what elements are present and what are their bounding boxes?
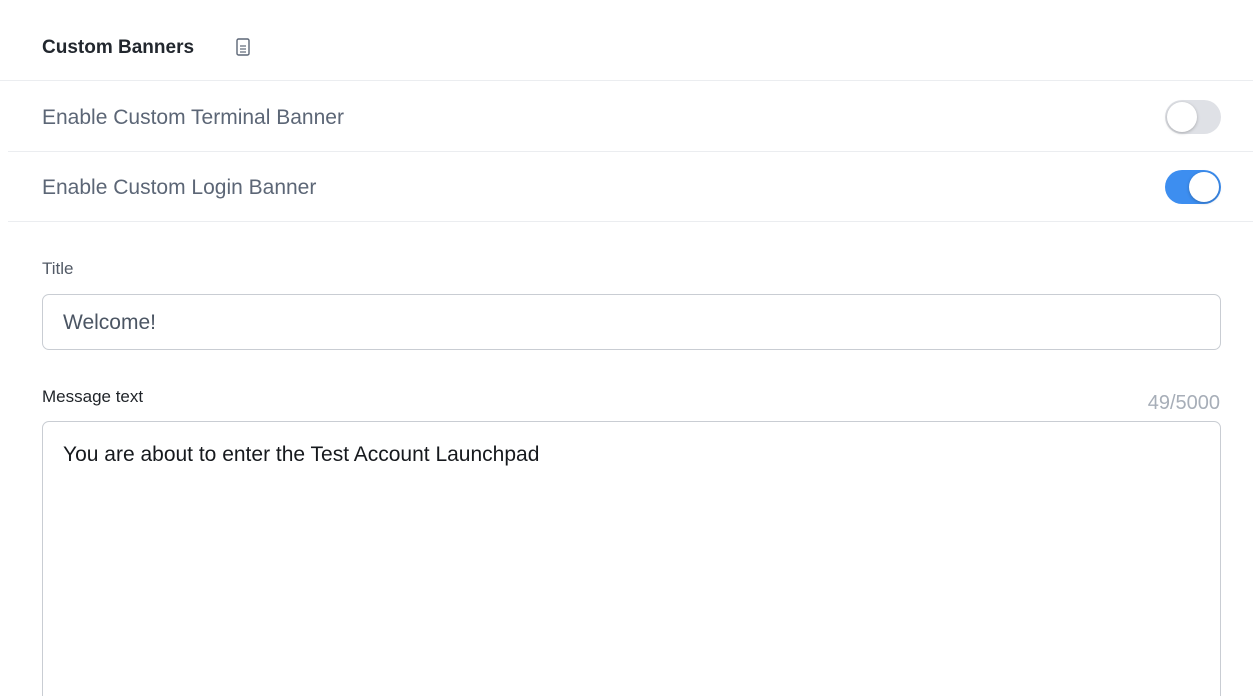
login-banner-label: Enable Custom Login Banner <box>42 176 317 199</box>
message-field-label: Message text <box>42 387 144 406</box>
terminal-banner-label: Enable Custom Terminal Banner <box>42 106 344 129</box>
doc-icon[interactable] <box>236 38 250 56</box>
section-header: Custom Banners <box>0 0 1253 81</box>
setting-row-terminal-banner: Enable Custom Terminal Banner <box>8 82 1253 152</box>
title-input[interactable]: Welcome! <box>42 294 1221 350</box>
section-title: Custom Banners <box>42 37 195 58</box>
toggle-knob <box>1189 172 1219 202</box>
toggle-knob <box>1167 102 1197 132</box>
title-field-label: Title <box>42 259 74 278</box>
login-banner-toggle[interactable] <box>1165 170 1221 204</box>
message-textarea-value: You are about to enter the Test Account … <box>63 443 540 466</box>
message-char-counter: 49/5000 <box>1147 392 1220 414</box>
title-input-value: Welcome! <box>63 311 156 334</box>
terminal-banner-toggle[interactable] <box>1165 100 1221 134</box>
setting-row-login-banner: Enable Custom Login Banner <box>8 152 1253 222</box>
message-textarea[interactable]: You are about to enter the Test Account … <box>42 421 1221 696</box>
custom-banners-page: Custom Banners Enable Custom Terminal Ba… <box>0 0 1253 696</box>
